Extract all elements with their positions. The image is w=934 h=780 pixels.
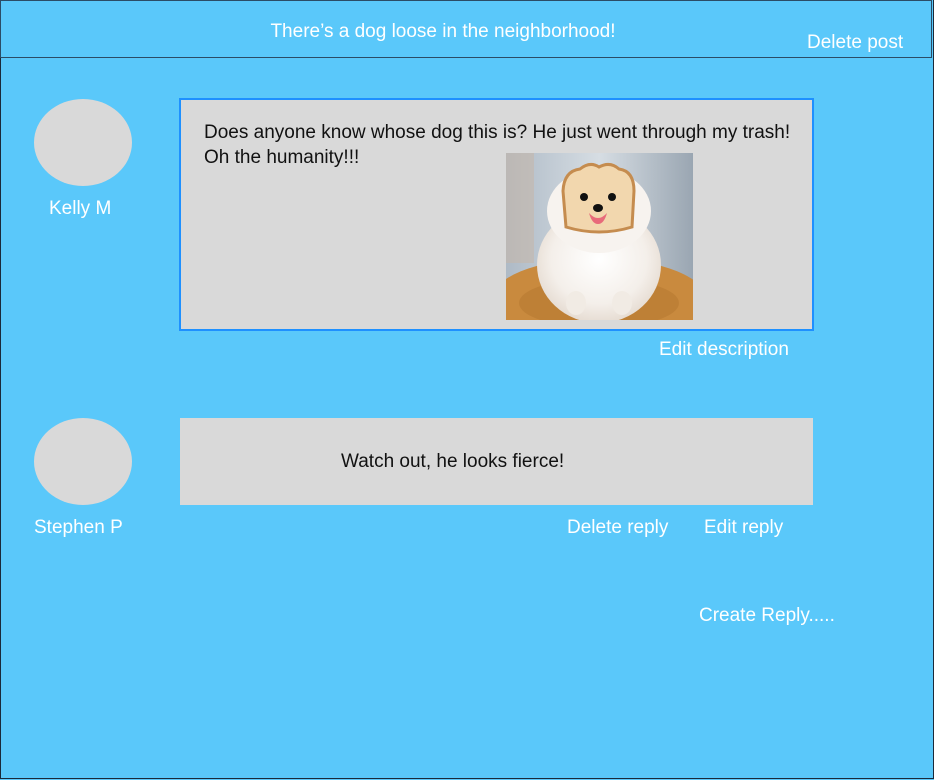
avatar-stephen xyxy=(34,418,132,505)
post-author-name: Kelly M xyxy=(49,198,112,219)
edit-reply-button[interactable]: Edit reply xyxy=(704,517,783,539)
post-description: Does anyone know whose dog this is? He j… xyxy=(204,122,791,168)
delete-post-button[interactable]: Delete post xyxy=(807,32,903,54)
dog-photo xyxy=(506,153,693,320)
create-reply-button[interactable]: Create Reply..... xyxy=(699,605,835,627)
delete-reply-button[interactable]: Delete reply xyxy=(567,517,668,539)
post-title: There’s a dog loose in the neighborhood! xyxy=(270,21,616,42)
reply-text: Watch out, he looks fierce! xyxy=(341,451,565,472)
edit-description-button[interactable]: Edit description xyxy=(659,339,789,361)
post-title-bar: There’s a dog loose in the neighborhood! xyxy=(0,0,932,58)
avatar-kelly xyxy=(34,99,132,186)
post-description-box: Does anyone know whose dog this is? He j… xyxy=(179,98,814,331)
reply-author-name: Stephen P xyxy=(34,517,123,538)
reply-box: Watch out, he looks fierce! xyxy=(180,418,813,505)
